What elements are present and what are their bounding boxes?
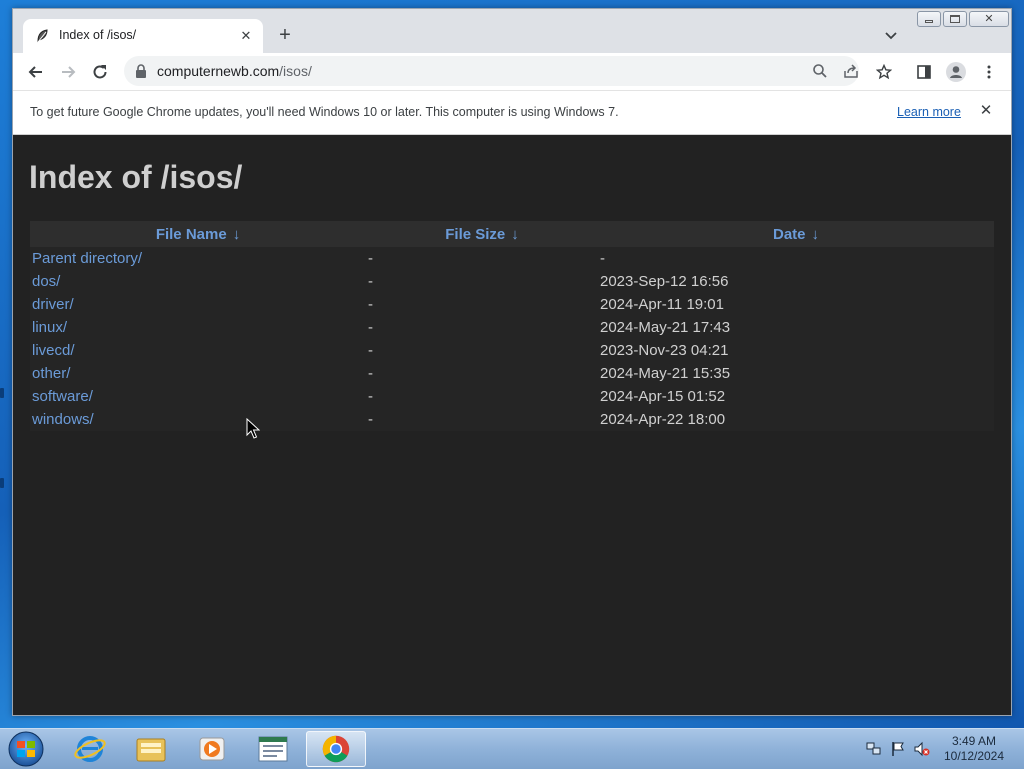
directory-link[interactable]: driver/ <box>32 296 74 313</box>
file-size: - <box>368 273 373 290</box>
table-row: linux/ - 2024-May-21 17:43 <box>30 316 994 339</box>
share-icon[interactable] <box>843 63 859 79</box>
tab-strip: Index of /isos/ ✕ + ✕ <box>13 9 1011 53</box>
directory-link[interactable]: livecd/ <box>32 342 75 359</box>
file-date: 2024-May-21 17:43 <box>600 319 731 336</box>
directory-link[interactable]: software/ <box>32 388 93 405</box>
learn-more-link[interactable]: Learn more <box>897 105 961 119</box>
file-size: - <box>368 296 373 313</box>
taskbar: 3:49 AM 10/12/2024 <box>0 728 1024 769</box>
page-content: Index of /isos/ File Name ↓ File Size ↓ Da… <box>13 135 1011 715</box>
chrome-window: Index of /isos/ ✕ + ✕ computernewb.com/i… <box>12 8 1012 716</box>
file-size: - <box>368 365 373 382</box>
reload-icon[interactable] <box>90 62 110 82</box>
desktop-icon-fragment <box>0 388 4 398</box>
column-header-file-size[interactable]: File Size ↓ <box>366 221 598 247</box>
mouse-cursor-icon <box>246 418 260 439</box>
system-clock[interactable]: 3:49 AM 10/12/2024 <box>938 734 1010 764</box>
profile-avatar-icon[interactable] <box>946 62 966 82</box>
file-date: 2024-Apr-11 19:01 <box>600 296 724 313</box>
file-size: - <box>368 319 373 336</box>
directory-link[interactable]: windows/ <box>32 411 94 428</box>
lock-icon[interactable] <box>135 64 147 78</box>
clock-time: 3:49 AM <box>951 734 997 748</box>
search-icon[interactable] <box>812 63 828 79</box>
maximize-button[interactable] <box>943 11 967 27</box>
back-arrow-icon[interactable] <box>26 62 46 82</box>
desktop-icon-fragment <box>0 478 4 488</box>
notepad-icon[interactable] <box>245 731 301 767</box>
page-title: Index of /isos/ <box>29 159 243 195</box>
action-center-flag-icon[interactable] <box>890 741 906 757</box>
table-row: other/ - 2024-May-21 15:35 <box>30 362 994 385</box>
close-tab-icon[interactable]: ✕ <box>237 27 255 45</box>
directory-link[interactable]: dos/ <box>32 273 60 290</box>
file-size: - <box>368 388 373 405</box>
file-date: 2024-Apr-15 01:52 <box>600 388 726 405</box>
internet-explorer-icon[interactable] <box>62 731 118 767</box>
table-row: dos/ - 2023-Sep-12 16:56 <box>30 270 994 293</box>
file-date: 2024-Apr-22 18:00 <box>600 411 726 428</box>
file-date: 2023-Nov-23 04:21 <box>600 342 729 359</box>
file-explorer-icon[interactable] <box>123 731 179 767</box>
file-size: - <box>368 342 373 359</box>
windows-start-button[interactable] <box>6 730 46 768</box>
directory-link[interactable]: other/ <box>32 365 70 382</box>
forward-arrow-icon[interactable] <box>58 62 78 82</box>
browser-toolbar: computernewb.com/isos/ <box>13 53 1011 90</box>
volume-muted-icon[interactable] <box>914 741 930 757</box>
table-header-row: File Name ↓ File Size ↓ Date ↓ <box>30 221 994 247</box>
file-size: - <box>368 250 373 267</box>
infobar-message: To get future Google Chrome updates, you… <box>30 105 619 119</box>
table-row: windows/ - 2024-Apr-22 18:00 <box>30 408 994 431</box>
update-infobar: To get future Google Chrome updates, you… <box>13 90 1011 135</box>
apache-feather-icon <box>37 29 48 43</box>
directory-link[interactable]: linux/ <box>32 319 67 336</box>
network-icon[interactable] <box>866 741 882 757</box>
sort-arrow-icon[interactable]: ↓ <box>233 226 241 243</box>
sort-arrow-icon[interactable]: ↓ <box>511 226 519 243</box>
window-controls: ✕ <box>917 11 1009 29</box>
file-date: 2024-May-21 15:35 <box>600 365 731 382</box>
table-row: software/ - 2024-Apr-15 01:52 <box>30 385 994 408</box>
address-bar[interactable]: computernewb.com/isos/ <box>124 56 859 86</box>
side-panel-icon[interactable] <box>916 64 932 80</box>
file-date: - <box>600 250 605 267</box>
new-tab-button[interactable]: + <box>275 25 295 45</box>
tab-index-of-isos[interactable]: Index of /isos/ ✕ <box>23 19 263 53</box>
more-menu-icon[interactable] <box>981 64 997 80</box>
clock-date: 10/12/2024 <box>943 749 1005 763</box>
column-header-file-name[interactable]: File Name ↓ <box>30 221 366 247</box>
table-row: driver/ - 2024-Apr-11 19:01 <box>30 293 994 316</box>
close-icon[interactable]: ✕ <box>977 102 995 120</box>
window-close-button[interactable]: ✕ <box>969 11 1009 27</box>
file-size: - <box>368 411 373 428</box>
column-header-date[interactable]: Date ↓ <box>598 221 994 247</box>
tab-title: Index of /isos/ <box>59 28 137 42</box>
file-listing-table: File Name ↓ File Size ↓ Date ↓ Parent direc… <box>30 221 994 431</box>
file-date: 2023-Sep-12 16:56 <box>600 273 729 290</box>
table-row: Parent directory/ - - <box>30 247 994 270</box>
media-player-icon[interactable] <box>184 731 240 767</box>
sort-arrow-icon[interactable]: ↓ <box>812 226 820 243</box>
directory-link[interactable]: Parent directory/ <box>32 250 142 267</box>
chrome-icon[interactable] <box>306 731 366 767</box>
bookmark-star-icon[interactable] <box>876 64 892 80</box>
table-row: livecd/ - 2023-Nov-23 04:21 <box>30 339 994 362</box>
minimize-button[interactable] <box>917 11 941 27</box>
url-text[interactable]: computernewb.com/isos/ <box>157 63 312 79</box>
chevron-down-icon[interactable] <box>883 27 899 43</box>
